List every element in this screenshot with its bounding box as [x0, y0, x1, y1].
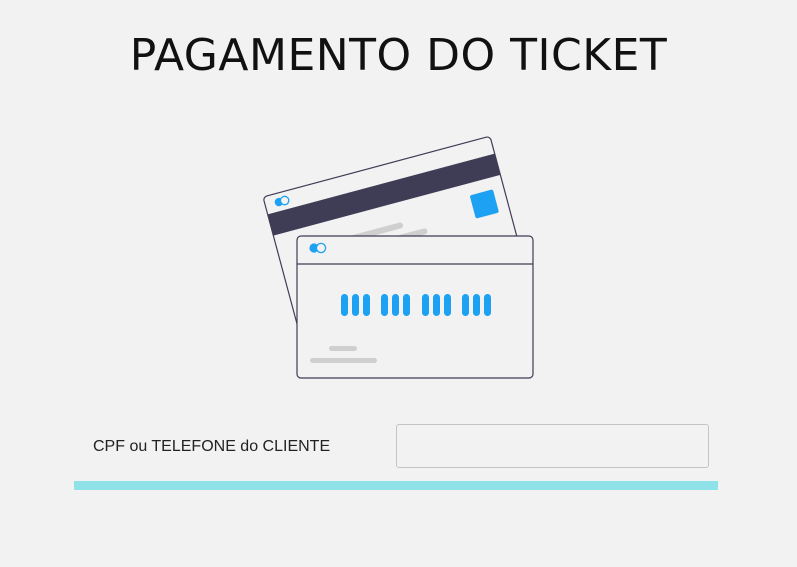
customer-id-input[interactable] — [396, 424, 709, 468]
customer-id-label: CPF ou TELEFONE do CLIENTE — [93, 438, 331, 455]
payment-page: PAGAMENTO DO TICKET CPF ou TELEFONE do C… — [0, 0, 797, 567]
credit-cards-illustration — [263, 136, 534, 379]
front-card — [296, 235, 534, 379]
accent-bar — [74, 481, 718, 490]
page-title: PAGAMENTO DO TICKET — [129, 30, 668, 81]
